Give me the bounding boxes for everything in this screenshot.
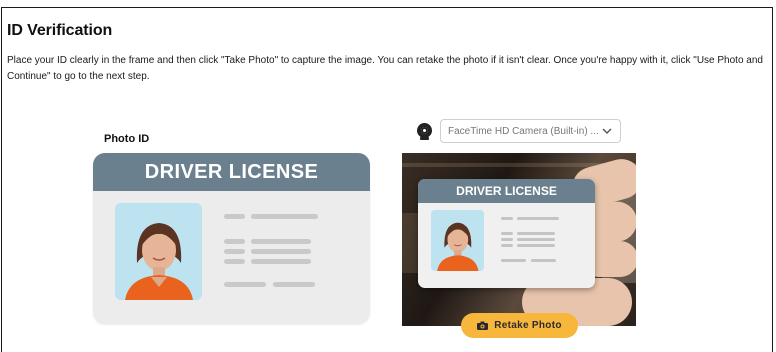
captured-portrait-image	[431, 210, 484, 271]
sample-card-text-line	[251, 249, 311, 254]
sample-card-text-line	[251, 259, 311, 264]
sample-card-text-line	[224, 239, 245, 244]
sample-card-text-line	[224, 249, 245, 254]
captured-card-text-line	[517, 217, 559, 220]
sample-card-title: DRIVER LICENSE	[93, 153, 370, 191]
sample-card-text-line	[273, 282, 315, 287]
retake-photo-button[interactable]: Retake Photo	[461, 313, 578, 338]
sample-card-text-line	[224, 259, 245, 264]
camera-preview: DRIVER LICENSE	[402, 153, 636, 326]
captured-card-text-line	[501, 238, 513, 241]
sample-card-text-line	[224, 282, 266, 287]
photo-id-label: Photo ID	[104, 133, 150, 145]
chevron-down-icon	[602, 128, 612, 134]
captured-id-card: DRIVER LICENSE	[418, 179, 595, 288]
sample-card-text-line	[224, 214, 245, 219]
captured-card-text-line	[517, 238, 555, 241]
captured-card-text-line	[501, 217, 513, 220]
sample-id-card: DRIVER LICENSE	[93, 153, 370, 324]
instructions-text: Place your ID clearly in the frame and t…	[7, 55, 763, 82]
captured-card-text-line	[501, 244, 513, 247]
sample-card-text-line	[251, 239, 311, 244]
captured-card-text-line	[501, 259, 526, 262]
captured-card-title: DRIVER LICENSE	[418, 179, 595, 203]
page-title: ID Verification	[7, 22, 113, 39]
camera-icon	[477, 321, 489, 330]
captured-card-text-line	[517, 232, 555, 235]
captured-card-text-line	[517, 244, 555, 247]
webcam-icon	[417, 123, 432, 140]
captured-card-text-line	[501, 232, 513, 235]
camera-select[interactable]: FaceTime HD Camera (Built-in) ...	[440, 119, 621, 143]
camera-select-value: FaceTime HD Camera (Built-in) ...	[448, 125, 599, 137]
sample-card-text-line	[251, 214, 318, 219]
retake-photo-label: Retake Photo	[494, 320, 562, 331]
captured-card-text-line	[531, 259, 556, 262]
sample-portrait-image	[115, 203, 202, 300]
